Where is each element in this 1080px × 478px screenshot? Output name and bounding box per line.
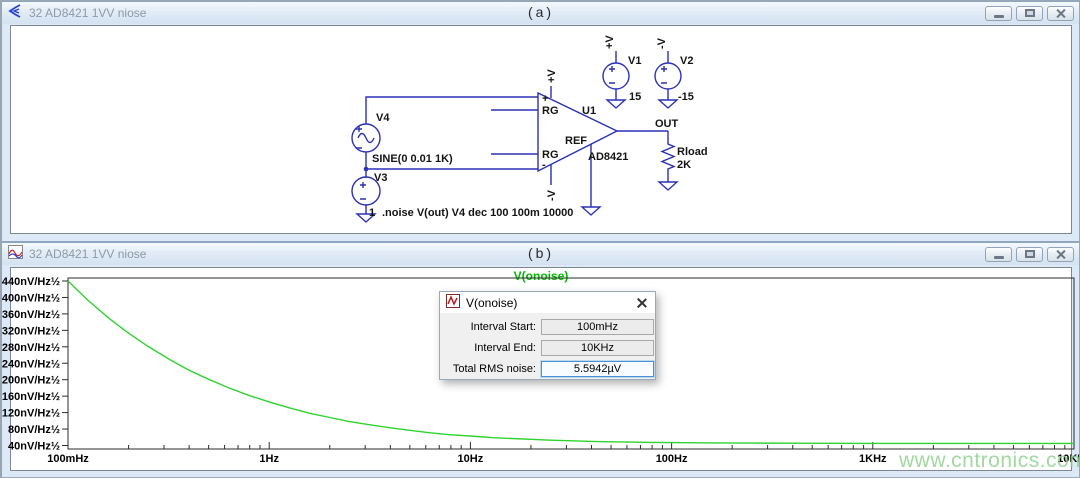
dialog-wave-icon: [446, 294, 460, 311]
window-title: 32 AD8421 1VV niose: [29, 6, 146, 20]
interval-end-row: Interval End: 10KHz: [440, 337, 655, 358]
minimize-button[interactable]: [985, 247, 1012, 262]
close-button[interactable]: [1047, 6, 1074, 21]
minimize-icon: [994, 256, 1004, 259]
watermark: www.cntronics.com: [899, 449, 1080, 473]
figure-label-a: (a): [528, 4, 554, 20]
waveform-window-titlebar[interactable]: 32 AD8421 1VV niose (b): [2, 243, 1080, 265]
trace-label[interactable]: V(onoise): [11, 269, 1071, 283]
dialog-title: V(onoise): [466, 296, 517, 310]
waveform-info-dialog[interactable]: V(onoise) Interval Start: 100mHz Interva…: [439, 291, 656, 380]
minimize-icon: [994, 15, 1004, 18]
restore-icon: [1025, 9, 1035, 17]
close-icon: [1055, 249, 1066, 260]
restore-button[interactable]: [1016, 247, 1043, 262]
dialog-close-icon[interactable]: [635, 296, 649, 310]
restore-button[interactable]: [1016, 6, 1043, 21]
total-rms-row: Total RMS noise: 5.5942µV: [440, 358, 655, 379]
desktop: 32 AD8421 1VV niose (a) 32 AD8421 1VV ni…: [0, 0, 1080, 478]
waveform-app-icon: [8, 245, 23, 264]
total-rms-field[interactable]: 5.5942µV: [541, 361, 654, 377]
restore-icon: [1025, 250, 1035, 258]
interval-end-label: Interval End:: [440, 342, 536, 354]
interval-start-field[interactable]: 100mHz: [541, 319, 654, 335]
window-title: 32 AD8421 1VV niose: [29, 247, 146, 261]
schematic-window-titlebar[interactable]: 32 AD8421 1VV niose (a): [2, 2, 1080, 24]
interval-start-label: Interval Start:: [440, 321, 536, 333]
schematic-window: 32 AD8421 1VV niose (a): [1, 1, 1080, 242]
interval-start-row: Interval Start: 100mHz: [440, 316, 655, 337]
dialog-titlebar[interactable]: V(onoise): [440, 292, 655, 313]
ltspice-app-icon: [8, 3, 23, 24]
close-icon: [1055, 8, 1066, 19]
close-button[interactable]: [1047, 247, 1074, 262]
minimize-button[interactable]: [985, 6, 1012, 21]
schematic-canvas[interactable]: [10, 25, 1072, 234]
figure-label-b: (b): [528, 245, 554, 261]
total-rms-label: Total RMS noise:: [440, 363, 536, 375]
interval-end-field[interactable]: 10KHz: [541, 340, 654, 356]
